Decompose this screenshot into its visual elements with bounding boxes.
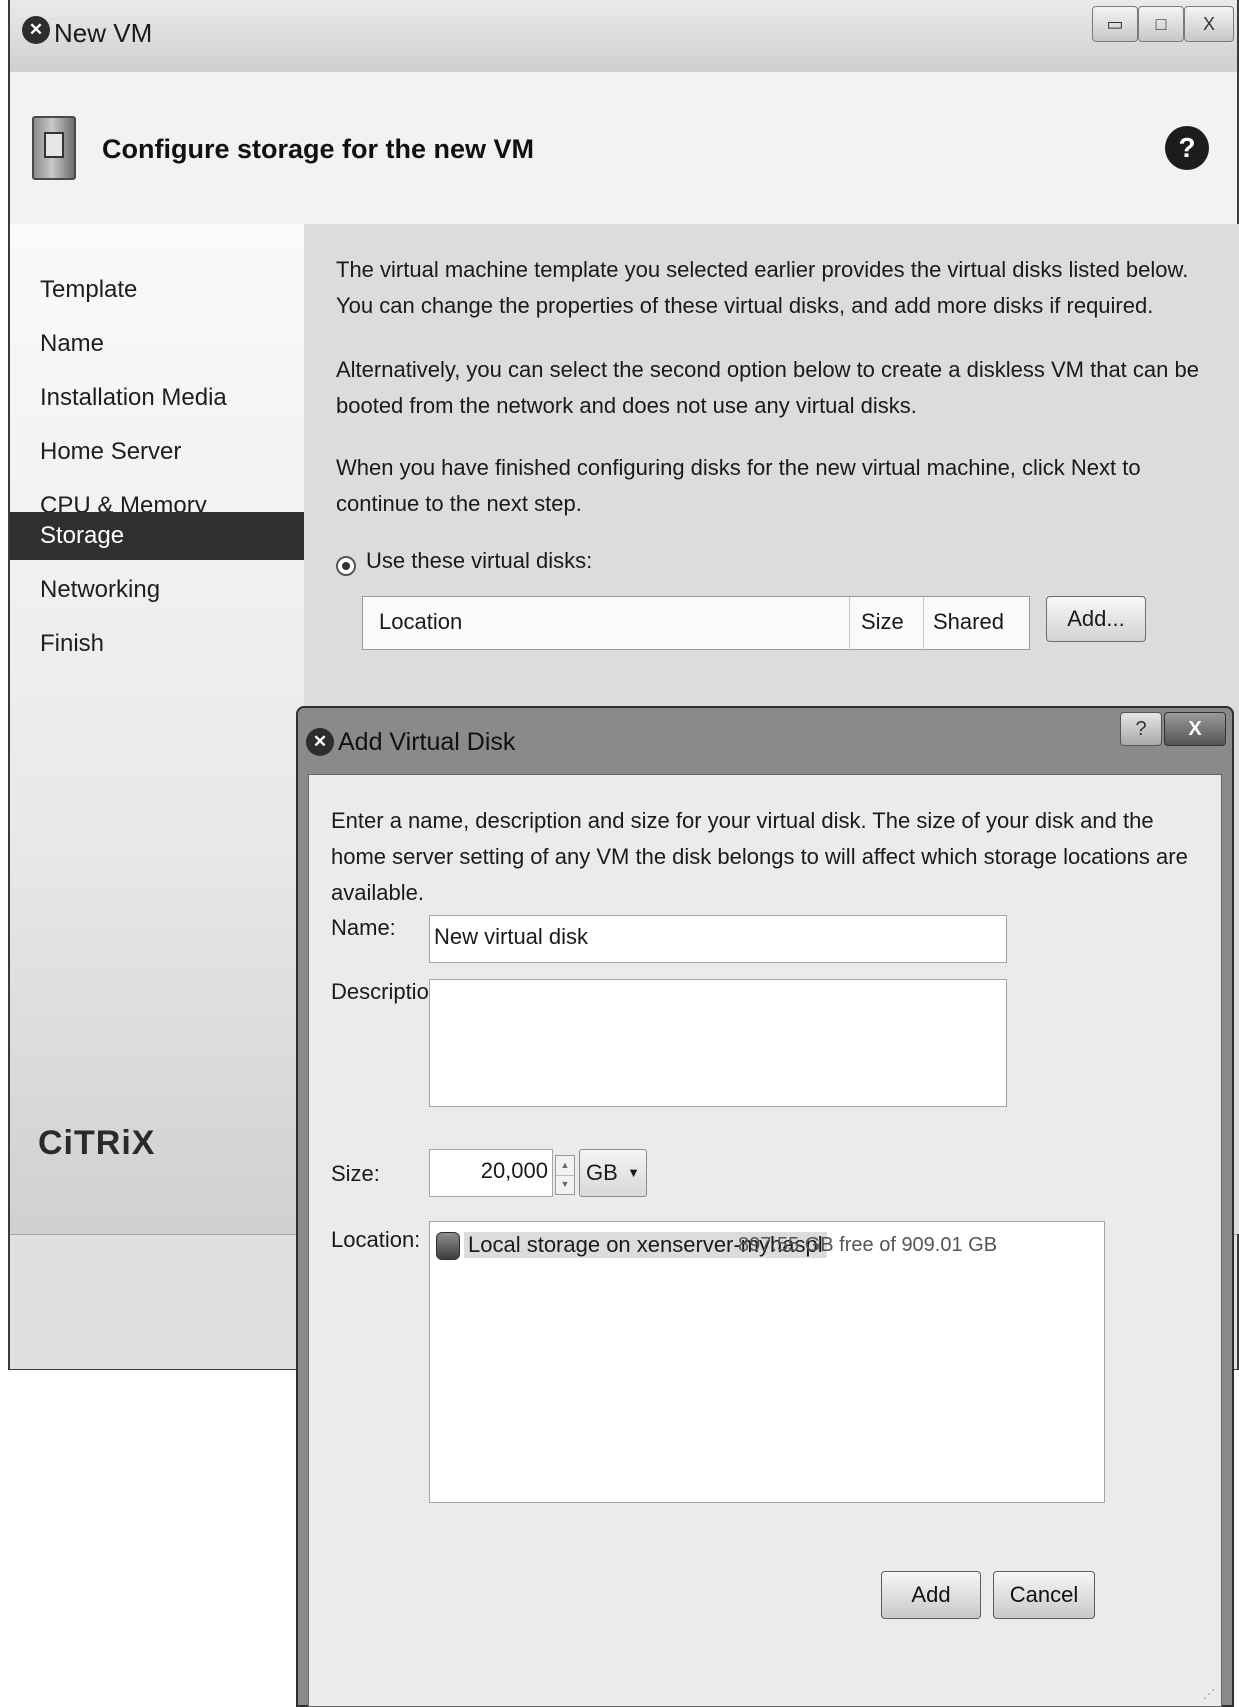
sidebar-item-name[interactable]: Name [10,320,304,368]
column-divider [923,597,924,651]
xencenter-icon: ✕ [306,728,334,756]
size-field[interactable]: 20,000 [429,1149,553,1197]
wizard-sidebar: Template Name Installation Media Home Se… [10,224,305,1234]
xencenter-icon: ✕ [22,16,50,44]
citrix-logo: CiTRiX [38,1124,156,1162]
diskless-text: Alternatively, you can select the second… [336,357,1199,418]
sidebar-item-template[interactable]: Template [10,266,304,314]
dialog-description: Enter a name, description and size for y… [331,808,1188,905]
dialog-titlebar: ✕ Add Virtual Disk ? X [298,708,1232,772]
use-virtual-disks-radio[interactable] [336,556,356,576]
list-item[interactable]: Local storage on xenserver-myhaspl 897.5… [436,1230,1076,1266]
column-size[interactable]: Size [861,609,904,635]
stepper-up-icon[interactable]: ▲ [556,1156,574,1176]
window-titlebar: ✕ New VM ▭ □ X [10,0,1237,73]
column-location[interactable]: Location [379,609,462,635]
column-shared[interactable]: Shared [933,609,1004,635]
sidebar-item-home-server[interactable]: Home Server [10,428,304,476]
sidebar-item-finish[interactable]: Finish [10,620,304,668]
add-button[interactable]: Add [881,1571,981,1619]
wizard-header: Configure storage for the new VM ? [10,72,1237,226]
next-step-text: When you have finished configuring disks… [336,455,1141,516]
storage-icon [436,1232,460,1260]
location-list[interactable]: Local storage on xenserver-myhaspl 897.5… [429,1221,1105,1503]
minimize-button[interactable]: ▭ [1092,6,1138,42]
name-field[interactable]: New virtual disk [429,915,1007,963]
size-stepper[interactable]: ▲ ▼ [555,1155,575,1195]
stepper-down-icon[interactable]: ▼ [556,1175,574,1194]
location-free-space: 897.55 GB free of 909.01 GB [738,1234,998,1256]
use-virtual-disks-label[interactable]: Use these virtual disks: [366,548,592,574]
sidebar-item-networking[interactable]: Networking [10,566,304,614]
add-virtual-disk-dialog: ✕ Add Virtual Disk ? X Enter a name, des… [296,706,1234,1707]
resize-grip-icon[interactable]: ⋰ [1203,1687,1215,1701]
window-title: New VM [54,18,153,48]
name-label: Name: [331,915,396,940]
dialog-close-button[interactable]: X [1164,712,1226,746]
sidebar-item-installation-media[interactable]: Installation Media [10,374,304,422]
close-button[interactable]: X [1184,6,1234,42]
dialog-help-button[interactable]: ? [1120,712,1162,746]
size-label: Size: [331,1161,380,1186]
size-unit-value: GB [586,1160,618,1185]
column-divider [849,597,850,651]
disk-table-header: Location Size Shared [362,596,1030,651]
add-disk-button[interactable]: Add... [1046,596,1146,642]
size-unit-select[interactable]: GB ▼ [579,1149,647,1197]
page-title: Configure storage for the new VM [102,134,535,164]
dialog-title: Add Virtual Disk [338,728,516,756]
cancel-button[interactable]: Cancel [993,1571,1095,1619]
maximize-button[interactable]: □ [1138,6,1184,42]
storage-wizard-icon [32,116,76,180]
chevron-down-icon: ▼ [627,1165,640,1180]
location-label: Location: [331,1227,421,1252]
intro-text: The virtual machine template you selecte… [336,257,1189,318]
description-field[interactable] [429,979,1007,1107]
help-icon[interactable]: ? [1165,126,1209,170]
dialog-body: Enter a name, description and size for y… [308,774,1222,1707]
sidebar-item-storage[interactable]: Storage [10,512,304,560]
